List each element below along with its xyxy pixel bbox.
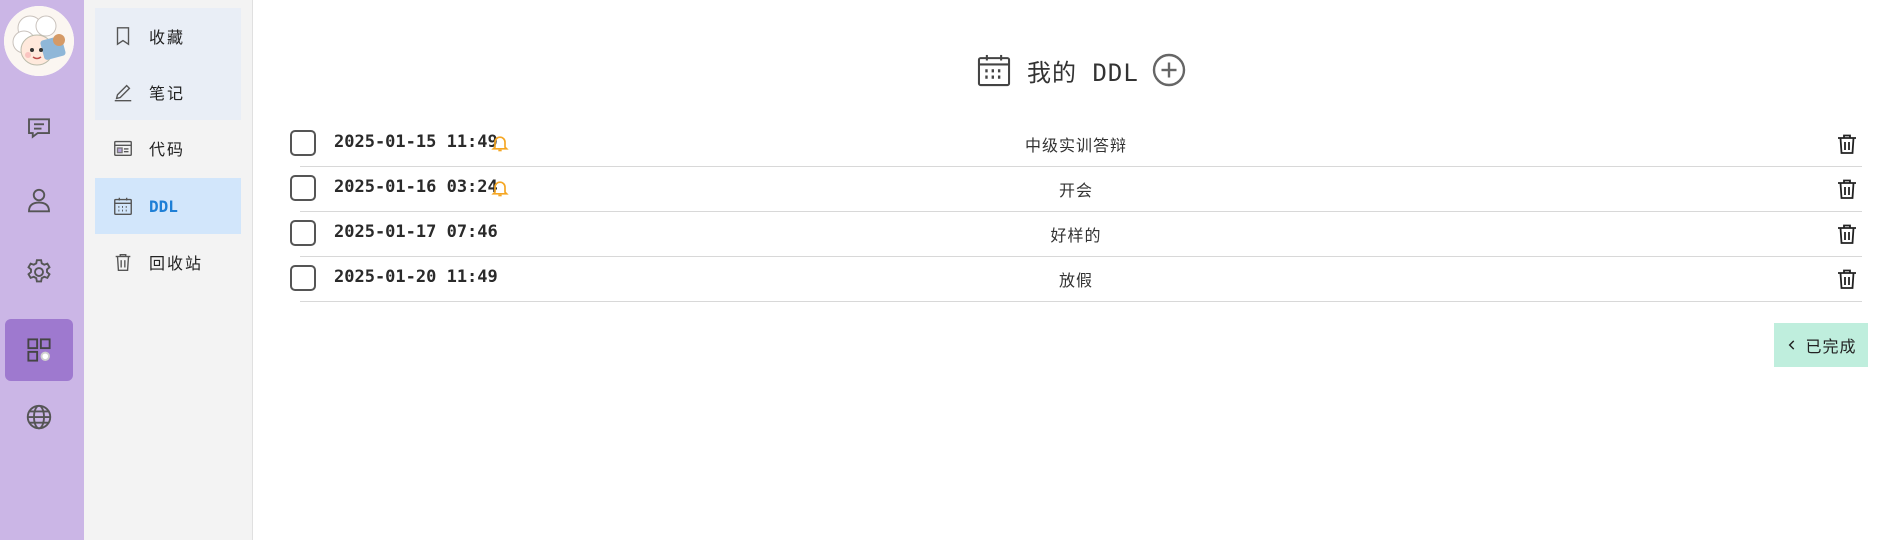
calendar-icon bbox=[114, 197, 132, 215]
calendar-icon bbox=[975, 51, 1013, 89]
bookmark-icon bbox=[116, 27, 130, 46]
avatar[interactable] bbox=[4, 6, 74, 76]
ddl-datetime: 2025-01-20 11:49 bbox=[334, 267, 498, 287]
complete-checkbox[interactable] bbox=[290, 175, 316, 201]
trash-icon bbox=[115, 253, 131, 271]
complete-checkbox[interactable] bbox=[290, 265, 316, 291]
menu-item-label: DDL bbox=[149, 196, 178, 216]
rail-user-button[interactable] bbox=[5, 170, 73, 230]
delete-button[interactable] bbox=[1832, 265, 1862, 293]
completed-label: 已完成 bbox=[1805, 337, 1857, 356]
rail-apps-button[interactable] bbox=[5, 319, 73, 381]
ddl-datetime: 2025-01-16 03:24 bbox=[334, 177, 498, 197]
menu-item-notes[interactable]: 笔记 bbox=[95, 64, 241, 120]
code-icon bbox=[114, 140, 132, 157]
add-ddl-button[interactable] bbox=[1151, 52, 1187, 88]
list-item: 2025-01-16 03:24 开会 bbox=[290, 167, 1862, 212]
delete-button[interactable] bbox=[1832, 130, 1862, 158]
chat-icon bbox=[28, 118, 50, 139]
trash-icon bbox=[1838, 179, 1856, 199]
menu-item-label: 笔记 bbox=[149, 84, 186, 103]
trash-icon bbox=[1838, 224, 1856, 244]
trash-icon bbox=[1838, 269, 1856, 289]
ddl-datetime: 2025-01-15 11:49 bbox=[334, 132, 498, 152]
bell-icon bbox=[490, 133, 510, 153]
menu-item-label: 回收站 bbox=[149, 254, 204, 273]
delete-button[interactable] bbox=[1832, 220, 1862, 248]
trash-icon bbox=[1838, 134, 1856, 154]
menu-item-ddl[interactable]: DDL bbox=[95, 178, 241, 234]
completed-button[interactable]: 已完成 bbox=[1774, 323, 1868, 367]
ddl-task: 开会 bbox=[1058, 181, 1093, 200]
ddl-task: 放假 bbox=[1058, 271, 1093, 290]
secondary-menu: 收藏 笔记 代码 DDL 回收站 bbox=[84, 0, 253, 540]
complete-checkbox[interactable] bbox=[290, 130, 316, 156]
rail-settings-button[interactable] bbox=[5, 242, 73, 302]
list-item: 2025-01-17 07:46 好样的 bbox=[290, 212, 1862, 257]
plus-circle-icon bbox=[1152, 53, 1185, 87]
page-title: 我的 DDL bbox=[1027, 58, 1139, 87]
rail-chat-button[interactable] bbox=[5, 98, 73, 158]
ddl-task: 中级实训答辩 bbox=[1024, 136, 1127, 155]
apps-icon bbox=[27, 338, 51, 362]
complete-checkbox[interactable] bbox=[290, 220, 316, 246]
delete-button[interactable] bbox=[1832, 175, 1862, 203]
menu-item-code[interactable]: 代码 bbox=[95, 120, 241, 176]
menu-item-favorites[interactable]: 收藏 bbox=[95, 8, 241, 64]
globe-icon bbox=[26, 404, 52, 430]
list-item: 2025-01-15 11:49 中级实训答辩 bbox=[290, 122, 1862, 167]
ddl-header: 我的 DDL bbox=[975, 49, 1187, 91]
ddl-datetime: 2025-01-17 07:46 bbox=[334, 222, 498, 242]
bell-icon bbox=[490, 178, 510, 198]
gear-icon bbox=[27, 259, 51, 283]
ddl-task: 好样的 bbox=[1050, 226, 1102, 245]
menu-item-label: 代码 bbox=[149, 140, 186, 159]
rail-globe-button[interactable] bbox=[5, 387, 73, 447]
user-icon bbox=[28, 188, 50, 213]
left-rail bbox=[0, 0, 84, 540]
list-item: 2025-01-20 11:49 放假 bbox=[290, 257, 1862, 302]
chevron-left-icon bbox=[1789, 340, 1795, 350]
menu-item-recycle-bin[interactable]: 回收站 bbox=[95, 234, 241, 290]
pencil-icon bbox=[114, 84, 132, 102]
menu-item-label: 收藏 bbox=[149, 28, 186, 47]
